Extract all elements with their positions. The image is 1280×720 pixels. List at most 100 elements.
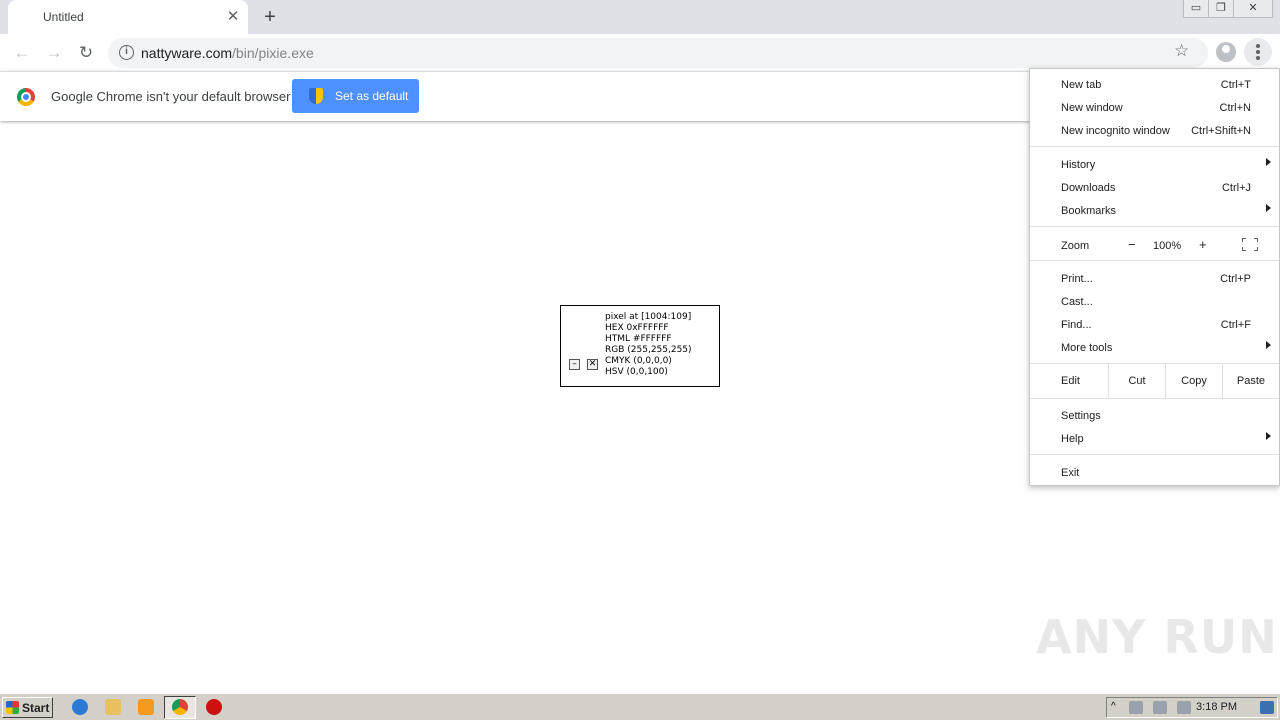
start-button[interactable]: Start: [2, 697, 53, 718]
menu-separator: [1030, 454, 1279, 455]
start-label: Start: [22, 701, 50, 715]
menu-item-downloads[interactable]: Downloads Ctrl+J: [1030, 175, 1279, 198]
edit-cut-button[interactable]: Cut: [1108, 364, 1165, 398]
back-button[interactable]: ←: [8, 39, 36, 67]
pixie-color-window[interactable]: – ✕ pixel at [1004:109] HEX 0xFFFFFF HTM…: [560, 305, 720, 387]
bookmark-star-icon[interactable]: ☆: [1174, 41, 1189, 61]
pixie-minimize-button[interactable]: –: [569, 359, 580, 370]
menu-item-more-tools[interactable]: More tools: [1030, 335, 1279, 358]
menu-item-settings[interactable]: Settings: [1030, 403, 1279, 426]
reload-button[interactable]: ↻: [72, 39, 100, 67]
menu-label: Bookmarks: [1061, 205, 1117, 217]
menu-item-bookmarks[interactable]: Bookmarks: [1030, 198, 1279, 221]
menu-label: More tools: [1061, 342, 1113, 354]
menu-label: Exit: [1061, 467, 1080, 479]
menu-separator: [1030, 146, 1279, 147]
opera-icon[interactable]: [206, 699, 222, 715]
menu-shortcut: Ctrl+F: [1220, 319, 1251, 331]
tab-untitled[interactable]: Untitled ✕: [8, 0, 248, 34]
menu-separator: [1030, 260, 1279, 261]
taskbar-chrome-button[interactable]: [164, 696, 196, 719]
menu-label: Find...: [1061, 319, 1092, 331]
menu-dot: [1256, 56, 1260, 60]
menu-separator: [1030, 398, 1279, 399]
window-close-button[interactable]: ✕: [1233, 0, 1273, 18]
volume-icon[interactable]: [1153, 701, 1167, 714]
uac-shield-icon: [309, 88, 323, 104]
edit-copy-button[interactable]: Copy: [1165, 364, 1222, 398]
menu-dot: [1256, 50, 1260, 54]
menu-item-zoom: Zoom − 100% +: [1030, 233, 1279, 256]
windows-taskbar: Start ^ 3:18 PM: [0, 693, 1280, 720]
menu-shortcut: Ctrl+J: [1221, 182, 1251, 194]
menu-label: Help: [1061, 433, 1084, 445]
edit-paste-button[interactable]: Paste: [1222, 364, 1279, 398]
internet-explorer-icon[interactable]: [72, 699, 88, 715]
zoom-in-button[interactable]: +: [1199, 237, 1207, 252]
menu-item-new-incognito-window[interactable]: New incognito window Ctrl+Shift+N: [1030, 118, 1279, 141]
fullscreen-icon[interactable]: [1242, 238, 1258, 251]
file-explorer-icon[interactable]: [105, 699, 121, 715]
chrome-menu-button[interactable]: [1244, 38, 1272, 66]
toolbar: ← → ↻ i nattyware.com/bin/pixie.exe ☆: [0, 34, 1280, 71]
submenu-arrow-icon: [1266, 432, 1271, 440]
menu-shortcut: Ctrl+N: [1219, 102, 1251, 114]
set-as-default-button[interactable]: Set as default: [292, 79, 419, 113]
tab-strip: Untitled ✕ + ▭ ❐ ✕: [0, 0, 1280, 34]
tab-close-icon[interactable]: ✕: [224, 8, 242, 26]
menu-label: Zoom: [1061, 240, 1090, 252]
menu-item-new-window[interactable]: New window Ctrl+N: [1030, 95, 1279, 118]
pixie-pixel-position: pixel at [1004:109]: [605, 312, 692, 322]
show-desktop-icon[interactable]: [1260, 701, 1274, 714]
chrome-main-menu: New tab Ctrl+T New window Ctrl+N New inc…: [1029, 68, 1280, 486]
chrome-logo-icon: [17, 88, 35, 106]
menu-label: New tab: [1061, 79, 1102, 91]
menu-label: New incognito window: [1061, 125, 1170, 137]
minimize-button[interactable]: ▭: [1183, 0, 1209, 18]
media-player-icon[interactable]: [138, 699, 154, 715]
pixie-readout: pixel at [1004:109] HEX 0xFFFFFF HTML #F…: [605, 312, 692, 378]
pixie-cmyk: CMYK (0,0,0,0): [605, 356, 672, 366]
chrome-icon: [172, 699, 188, 715]
menu-separator: [1030, 226, 1279, 227]
url-path: /bin/pixie.exe: [232, 45, 314, 61]
address-bar[interactable]: i nattyware.com/bin/pixie.exe ☆: [108, 38, 1208, 68]
action-center-flag-icon[interactable]: [1177, 701, 1191, 714]
pixie-html: HTML #FFFFFF: [605, 334, 672, 344]
menu-item-new-tab[interactable]: New tab Ctrl+T: [1030, 72, 1279, 95]
clock[interactable]: 3:18 PM: [1196, 701, 1237, 713]
menu-label: Settings: [1061, 410, 1101, 422]
menu-shortcut: Ctrl+Shift+N: [1191, 125, 1251, 137]
tray-expand-icon[interactable]: ^: [1111, 701, 1119, 714]
pixie-rgb: RGB (255,255,255): [605, 345, 692, 355]
menu-label: New window: [1061, 102, 1123, 114]
tab-title: Untitled: [43, 10, 84, 24]
menu-item-print[interactable]: Print... Ctrl+P: [1030, 266, 1279, 289]
menu-item-cast[interactable]: Cast...: [1030, 289, 1279, 312]
pixie-hsv: HSV (0,0,100): [605, 367, 668, 377]
menu-item-exit[interactable]: Exit: [1030, 460, 1279, 483]
menu-item-history[interactable]: History: [1030, 152, 1279, 175]
zoom-out-button[interactable]: −: [1128, 237, 1136, 252]
windows-flag-icon: [6, 701, 19, 714]
forward-button[interactable]: →: [40, 39, 68, 67]
menu-item-help[interactable]: Help: [1030, 426, 1279, 449]
menu-label: Edit: [1061, 375, 1080, 387]
menu-label: Print...: [1061, 273, 1093, 285]
profile-avatar-icon[interactable]: [1216, 42, 1236, 62]
restore-button[interactable]: ❐: [1208, 0, 1234, 18]
infobar-message: Google Chrome isn't your default browser: [51, 89, 291, 104]
menu-shortcut: Ctrl+T: [1220, 79, 1251, 91]
pixie-close-button[interactable]: ✕: [587, 359, 598, 370]
url-text[interactable]: nattyware.com/bin/pixie.exe: [141, 45, 314, 61]
submenu-arrow-icon: [1266, 204, 1271, 212]
menu-item-find[interactable]: Find... Ctrl+F: [1030, 312, 1279, 335]
set-as-default-label: Set as default: [335, 89, 409, 103]
zoom-level: 100%: [1153, 240, 1182, 252]
menu-shortcut: Ctrl+P: [1220, 273, 1251, 285]
url-domain: nattyware.com: [141, 45, 233, 61]
site-info-icon[interactable]: i: [119, 45, 134, 60]
new-tab-button[interactable]: +: [258, 5, 282, 29]
network-icon[interactable]: [1129, 701, 1143, 714]
menu-label: History: [1061, 159, 1096, 171]
